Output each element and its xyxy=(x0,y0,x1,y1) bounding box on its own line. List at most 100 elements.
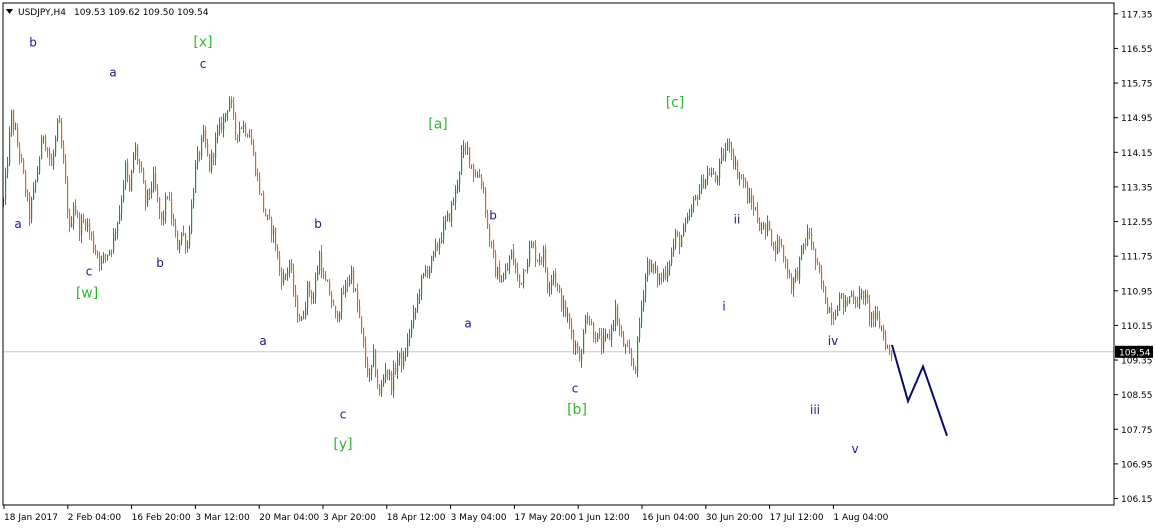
candle-body xyxy=(399,352,401,359)
ohlc-readout: 109.53 109.62 109.50 109.54 xyxy=(74,8,209,18)
wave-label-major: [w] xyxy=(76,285,98,301)
candle-body xyxy=(495,253,497,278)
candle-body xyxy=(275,228,277,249)
candle-body xyxy=(723,154,725,158)
candle-body xyxy=(485,189,487,214)
candle-body xyxy=(575,343,577,348)
candle-body xyxy=(655,267,657,270)
candle-body xyxy=(19,144,21,158)
wave-label-minor: c xyxy=(340,407,347,421)
candle-body xyxy=(111,250,113,252)
candle-body xyxy=(829,308,831,313)
candle-body xyxy=(673,245,675,252)
wave-label-minor: c xyxy=(572,381,579,395)
candle-body xyxy=(769,221,771,230)
candle-body xyxy=(731,147,733,154)
wave-label-major: [b] xyxy=(567,402,587,418)
candle-body xyxy=(249,136,251,138)
chart-canvas[interactable]: bac[w]ab[x]cabc[y][a]bac[b][c]iiiiiiivv … xyxy=(0,0,1155,527)
candle-body xyxy=(559,286,561,292)
candle-body xyxy=(573,334,575,348)
candle-body xyxy=(749,195,751,203)
candle-body xyxy=(443,222,445,240)
candle-body xyxy=(569,314,571,324)
candle-body xyxy=(593,324,595,339)
candle-body xyxy=(93,236,95,250)
candle-body xyxy=(659,277,661,282)
candle-body xyxy=(875,311,877,320)
candle-body xyxy=(531,242,533,248)
candle-body xyxy=(103,254,105,260)
candle-body xyxy=(365,343,367,364)
candle-body xyxy=(823,283,825,287)
candle-body xyxy=(553,272,555,280)
candle-body xyxy=(305,307,307,318)
candle-body xyxy=(381,384,383,394)
candle-body xyxy=(251,136,253,145)
candle-body xyxy=(535,246,537,260)
candle-body xyxy=(389,373,391,375)
candle-body xyxy=(99,255,101,265)
candle-body xyxy=(821,272,823,284)
candle-body xyxy=(179,242,181,250)
candle-body xyxy=(321,252,323,275)
candle-body xyxy=(127,162,129,177)
candle-body xyxy=(761,229,763,231)
candle-body xyxy=(109,250,111,255)
candle-body xyxy=(129,176,131,191)
candle-body xyxy=(411,323,413,335)
candle-body xyxy=(175,225,177,232)
candle-body xyxy=(777,239,779,255)
candle-body xyxy=(329,281,331,295)
candle-body xyxy=(347,283,349,286)
candle-body xyxy=(717,178,719,181)
candle-body xyxy=(49,151,51,160)
candle-body xyxy=(807,231,809,245)
candle-body xyxy=(161,211,163,220)
candle-body xyxy=(585,316,587,333)
candle-body xyxy=(269,215,271,219)
candle-body xyxy=(153,172,155,189)
candle-body xyxy=(209,154,211,172)
candle-body xyxy=(297,299,299,318)
candle-body xyxy=(37,171,39,181)
candle-body xyxy=(799,256,801,279)
wave-label-minor: v xyxy=(851,442,858,456)
candle-body xyxy=(621,328,623,336)
candle-body xyxy=(363,328,365,344)
candle-body xyxy=(265,209,267,217)
y-tick-label: 115.75 xyxy=(1121,80,1153,90)
candle-body xyxy=(713,173,715,175)
candle-body xyxy=(385,370,387,378)
candle-body xyxy=(579,352,581,361)
candle-body xyxy=(685,222,687,226)
candle-body xyxy=(441,239,443,242)
candle-body xyxy=(91,232,93,237)
candle-body xyxy=(837,310,839,316)
candle-body xyxy=(587,316,589,322)
candle-body xyxy=(705,179,707,188)
wave-label-minor: ii xyxy=(734,213,741,227)
candle-body xyxy=(493,243,495,254)
candle-body xyxy=(851,293,853,297)
wave-label-minor: b xyxy=(489,208,497,222)
candle-body xyxy=(227,111,229,114)
candle-body xyxy=(619,323,621,329)
candle-body xyxy=(151,188,153,194)
candle-body xyxy=(525,270,527,272)
candle-body xyxy=(189,231,191,246)
candle-body xyxy=(359,305,361,317)
candle-body xyxy=(343,292,345,295)
candle-body xyxy=(445,219,447,223)
candle-body xyxy=(121,200,123,213)
candle-body xyxy=(679,234,681,247)
price-chart[interactable]: b a c [w] a b [x] c a b c [y] [a] b a c [b] [c] ii i iii iv v … xyxy=(0,0,1155,527)
candle-body xyxy=(327,280,329,282)
x-tick-label: 2 Feb 04:00 xyxy=(68,513,122,523)
candle-body xyxy=(669,263,671,270)
candle-body xyxy=(541,259,543,261)
x-tick-label: 1 Jun 12:00 xyxy=(578,513,630,523)
candle-body xyxy=(501,280,503,283)
wave-label-minor: a xyxy=(109,66,116,80)
candle-body xyxy=(393,367,395,392)
